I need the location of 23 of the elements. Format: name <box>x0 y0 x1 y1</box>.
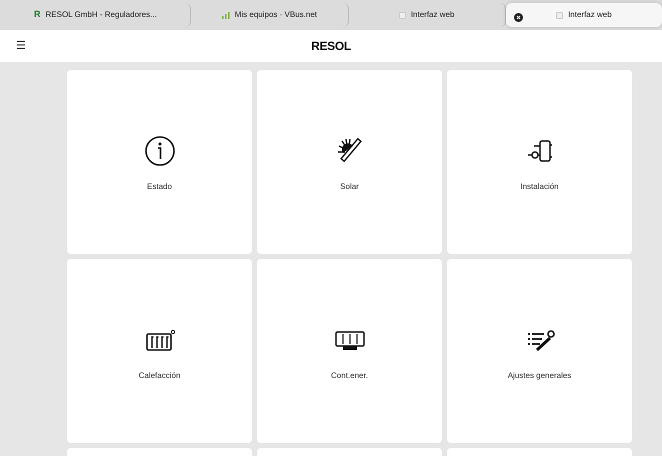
menu-tile[interactable]: Estado <box>67 70 252 254</box>
bar-chart-icon <box>222 12 230 18</box>
tile-label: Cont.ener. <box>331 370 368 382</box>
close-icon[interactable] <box>514 13 523 22</box>
browser-tab[interactable]: Mis equipos · VBus.net <box>191 3 348 27</box>
tile-label: Ajustes generales <box>508 370 572 382</box>
favicon-icon: R <box>34 8 40 22</box>
page-icon <box>398 12 406 18</box>
page-icon <box>556 12 564 18</box>
menu-tile[interactable]: Solar <box>257 70 442 254</box>
logo: RESOL <box>311 38 351 55</box>
menu-tile[interactable]: Instalación <box>447 70 632 254</box>
tile-label: Instalación <box>520 181 559 193</box>
menu-tile[interactable]: Calefacción <box>67 259 252 443</box>
tile-label: Estado <box>147 181 172 193</box>
menu-tile[interactable]: Ajustes generales <box>447 259 632 443</box>
browser-tab[interactable]: Interfaz web <box>506 3 662 27</box>
browser-tab[interactable]: Interfaz web <box>348 3 506 27</box>
menu-icon[interactable]: ☰ <box>16 40 26 52</box>
tile-label: Solar <box>340 181 359 193</box>
menu-tile[interactable]: Cont.ener. <box>257 259 442 443</box>
tile-label: Calefacción <box>138 370 180 382</box>
browser-tab[interactable]: R RESOL GmbH - Reguladores... <box>22 3 192 27</box>
